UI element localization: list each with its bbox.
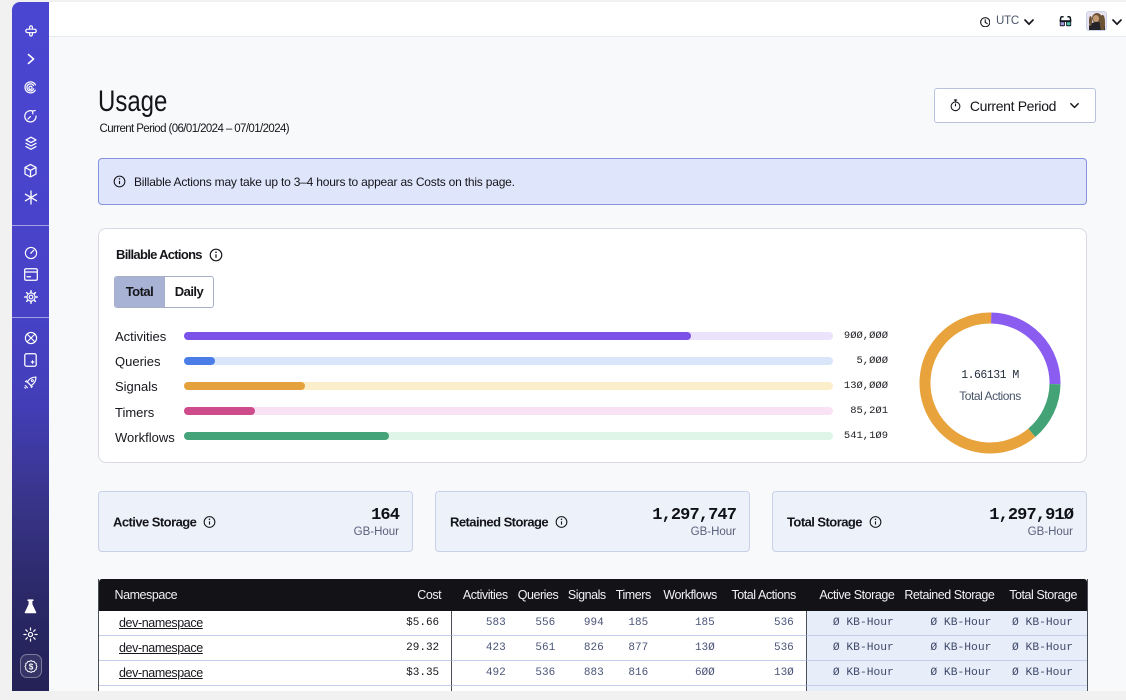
svg-text:$: $ — [28, 662, 33, 671]
